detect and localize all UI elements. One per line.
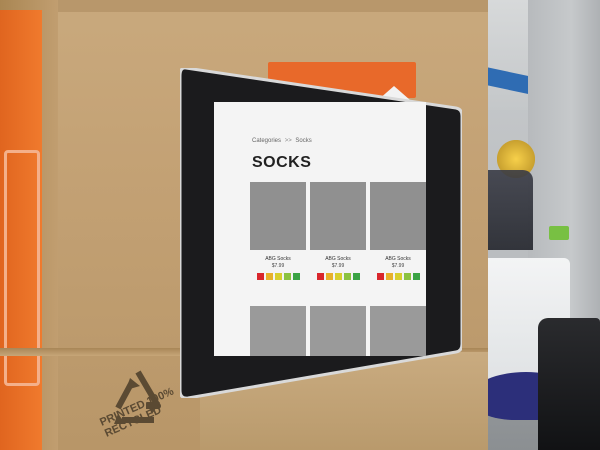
product-card[interactable]: ABG Socks $7.99 — [370, 182, 426, 280]
product-image[interactable] — [250, 182, 306, 250]
product-price: $7.99 — [271, 263, 285, 269]
color-swatches — [310, 273, 366, 280]
product-price: $7.99 — [331, 263, 345, 269]
color-swatch[interactable] — [352, 273, 360, 280]
product-image[interactable] — [370, 306, 426, 356]
product-card[interactable]: ABG Socks $7.99 — [310, 182, 366, 280]
product-name[interactable]: ABG Socks — [310, 256, 366, 262]
color-swatch[interactable] — [292, 273, 300, 280]
color-swatches — [370, 273, 426, 280]
color-swatch[interactable] — [403, 273, 411, 280]
tablet-kiosk: Categories >> Socks SOCKS ABG Socks $7.9… — [180, 68, 462, 398]
product-image[interactable] — [310, 182, 366, 250]
product-image[interactable] — [250, 306, 306, 356]
breadcrumb-separator: >> — [284, 138, 292, 144]
color-swatch[interactable] — [385, 273, 393, 280]
breadcrumb-current: Socks — [295, 138, 312, 144]
product-name[interactable]: ABG Socks — [250, 256, 306, 262]
color-swatches — [250, 273, 306, 280]
product-price: $7.99 — [391, 263, 405, 269]
product-name[interactable]: ABG Socks — [370, 256, 426, 262]
color-swatch[interactable] — [394, 273, 402, 280]
box-top-edge — [0, 0, 488, 12]
page-title: SOCKS — [252, 154, 312, 171]
color-swatch[interactable] — [334, 273, 342, 280]
product-card[interactable]: ABG Socks $7.99 — [250, 182, 306, 280]
color-swatch[interactable] — [316, 273, 324, 280]
color-swatch[interactable] — [376, 273, 384, 280]
product-image[interactable] — [370, 182, 426, 250]
color-swatch[interactable] — [325, 273, 333, 280]
green-sign — [549, 226, 569, 240]
tablet-screen: Categories >> Socks SOCKS ABG Socks $7.9… — [214, 102, 426, 356]
photo-scene: PRINTED 100% RECYCLED Categories >> Sock… — [0, 0, 600, 450]
color-swatch[interactable] — [412, 273, 420, 280]
color-swatch[interactable] — [343, 273, 351, 280]
color-swatch[interactable] — [256, 273, 264, 280]
product-image[interactable] — [310, 306, 366, 356]
breadcrumb-root[interactable]: Categories — [252, 138, 281, 144]
color-swatch[interactable] — [274, 273, 282, 280]
black-bag — [538, 318, 600, 450]
breadcrumb: Categories >> Socks — [252, 138, 312, 144]
color-swatch[interactable] — [265, 273, 273, 280]
color-swatch[interactable] — [283, 273, 291, 280]
